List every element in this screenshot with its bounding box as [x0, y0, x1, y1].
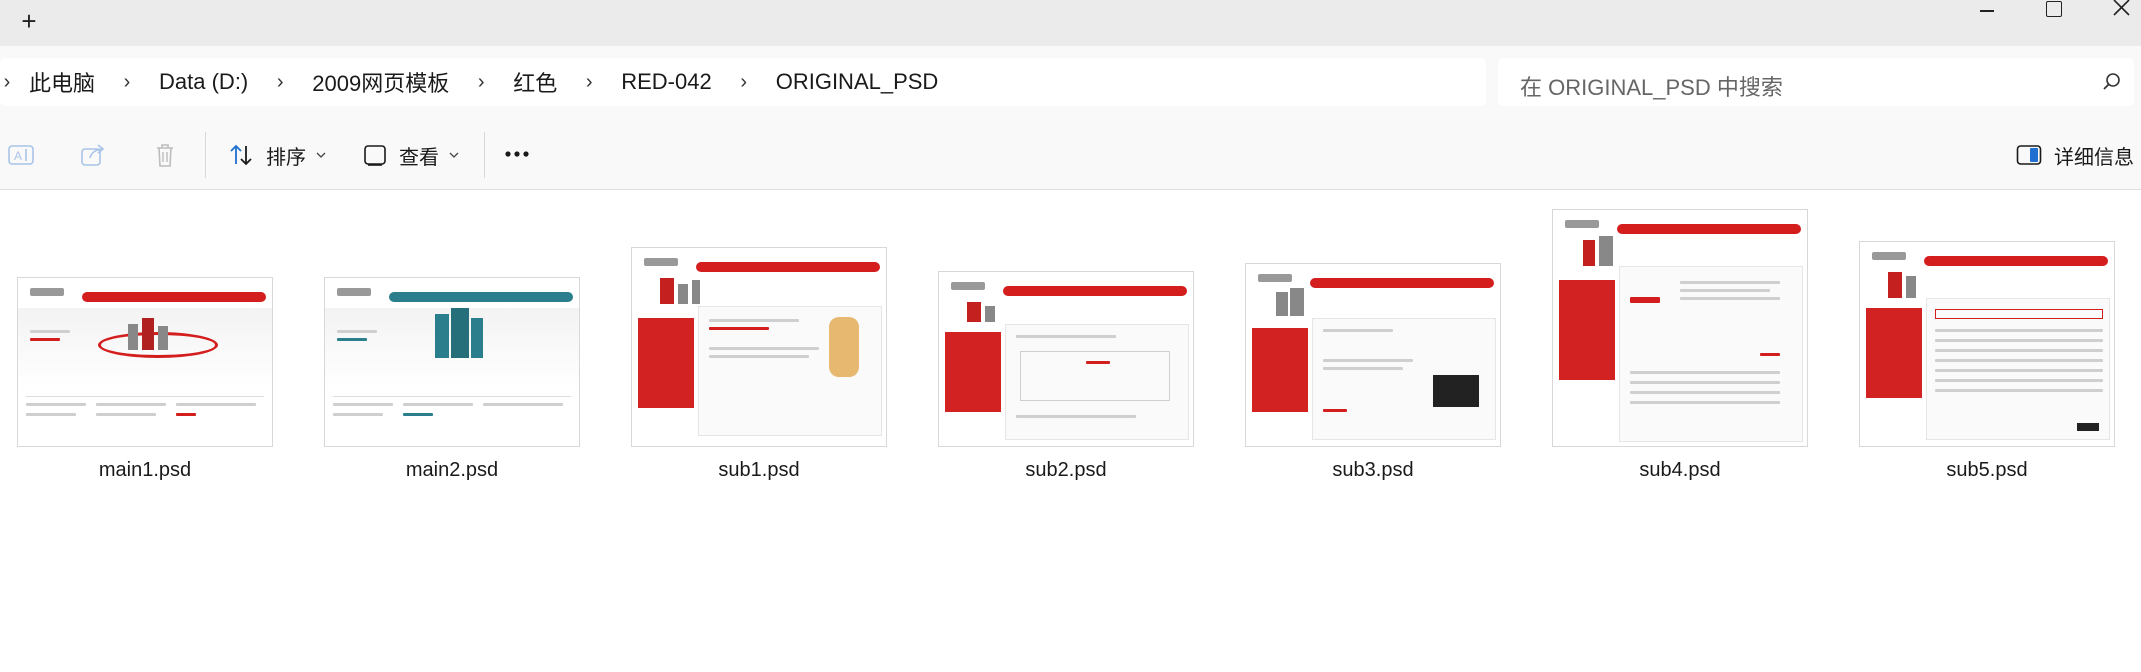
file-thumbnail[interactable]	[324, 277, 580, 447]
breadcrumb-item-data-drive[interactable]: Data (D:)	[144, 69, 263, 95]
command-bar: A 排序 查看 详细信息	[0, 118, 2141, 190]
details-pane-button[interactable]: 详细信息	[2016, 136, 2134, 174]
view-icon	[364, 145, 386, 166]
chevron-right-icon[interactable]: ›	[727, 71, 761, 94]
close-button[interactable]	[2094, 0, 2141, 24]
rename-icon[interactable]: A	[6, 140, 36, 170]
sort-label: 排序	[266, 146, 306, 169]
file-thumbnail[interactable]	[631, 247, 887, 447]
file-name[interactable]: sub3.psd	[1228, 459, 1518, 482]
file-name[interactable]: sub1.psd	[614, 459, 904, 482]
close-icon	[2113, 0, 2130, 16]
file-item[interactable]: sub4.psd	[1535, 191, 1825, 491]
file-name[interactable]: sub5.psd	[1842, 459, 2132, 482]
file-item[interactable]: main1.psd	[0, 191, 290, 491]
sort-button[interactable]: 排序	[228, 136, 326, 174]
address-bar-row: › 此电脑 › Data (D:) › 2009网页模板 › 红色 › RED-…	[0, 46, 2141, 118]
search-icon	[2103, 73, 2120, 90]
file-list: main1.psd main2.psd sub1.psd sub2.psd su…	[0, 191, 2141, 672]
delete-icon[interactable]	[150, 140, 180, 170]
svg-text:A: A	[14, 149, 22, 163]
chevron-down-icon	[449, 152, 459, 158]
file-name[interactable]: main2.psd	[307, 459, 597, 482]
chevron-right-icon[interactable]: ›	[464, 71, 498, 94]
title-bar: +	[0, 0, 2141, 46]
sort-icon	[230, 144, 252, 166]
file-thumbnail[interactable]	[938, 271, 1194, 447]
file-thumbnail[interactable]	[1859, 241, 2115, 447]
file-item[interactable]: sub5.psd	[1842, 191, 2132, 491]
breadcrumb-item-red-042[interactable]: RED-042	[606, 69, 726, 95]
chevron-right-icon[interactable]: ›	[0, 71, 14, 94]
minimize-button[interactable]	[1957, 0, 2009, 24]
breadcrumb-item-original-psd[interactable]: ORIGINAL_PSD	[761, 69, 954, 95]
more-options-icon[interactable]	[504, 150, 530, 158]
file-name[interactable]: sub2.psd	[921, 459, 1211, 482]
view-button[interactable]: 查看	[363, 136, 459, 174]
view-label: 查看	[399, 146, 439, 169]
search-input[interactable]: 在 ORIGINAL_PSD 中搜索	[1520, 70, 1783, 102]
breadcrumb-item-this-pc[interactable]: 此电脑	[14, 66, 110, 98]
search-box[interactable]: 在 ORIGINAL_PSD 中搜索	[1498, 58, 2134, 106]
toolbar-divider	[484, 132, 485, 178]
breadcrumb-item-red[interactable]: 红色	[498, 66, 572, 98]
file-name[interactable]: main1.psd	[0, 459, 290, 482]
chevron-down-icon	[316, 152, 326, 158]
details-pane-icon	[2016, 145, 2042, 165]
maximize-button[interactable]	[2027, 0, 2079, 24]
chevron-right-icon[interactable]: ›	[263, 71, 297, 94]
file-thumbnail[interactable]	[1245, 263, 1501, 447]
file-thumbnail[interactable]	[1552, 209, 1808, 447]
file-item[interactable]: main2.psd	[307, 191, 597, 491]
breadcrumb-item-templates[interactable]: 2009网页模板	[297, 66, 464, 98]
chevron-right-icon[interactable]: ›	[110, 71, 144, 94]
file-item[interactable]: sub2.psd	[921, 191, 1211, 491]
chevron-right-icon[interactable]: ›	[572, 71, 606, 94]
details-label: 详细信息	[2054, 146, 2134, 169]
file-name[interactable]: sub4.psd	[1535, 459, 1825, 482]
breadcrumb[interactable]: › 此电脑 › Data (D:) › 2009网页模板 › 红色 › RED-…	[0, 58, 1486, 106]
file-thumbnail[interactable]	[17, 277, 273, 447]
share-icon[interactable]	[78, 140, 108, 170]
toolbar-divider	[205, 132, 206, 178]
file-item[interactable]: sub3.psd	[1228, 191, 1518, 491]
new-tab-button[interactable]: +	[14, 6, 44, 36]
file-item[interactable]: sub1.psd	[614, 191, 904, 491]
